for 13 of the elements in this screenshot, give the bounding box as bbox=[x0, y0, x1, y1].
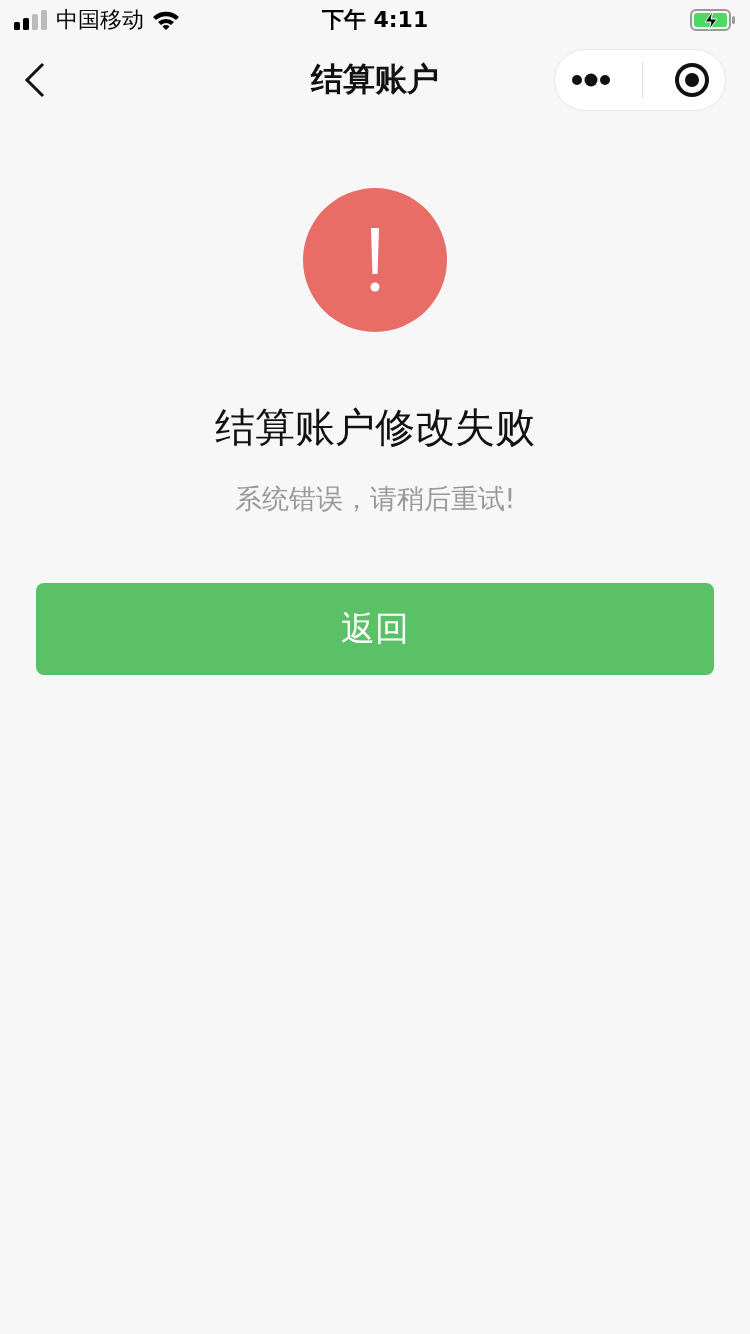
back-button[interactable]: 返回 bbox=[36, 583, 714, 675]
result-title: 结算账户修改失败 bbox=[215, 403, 535, 452]
status-time: 下午 4:11 bbox=[321, 6, 429, 34]
target-icon[interactable] bbox=[673, 62, 710, 98]
page-title: 结算账户 bbox=[311, 59, 439, 100]
carrier-name: 中国移动 bbox=[56, 6, 144, 34]
result-message: 系统错误，请稍后重试! bbox=[234, 482, 516, 516]
battery-charging-icon bbox=[690, 9, 736, 31]
more-icon[interactable] bbox=[570, 73, 611, 87]
signal-icon bbox=[14, 10, 48, 30]
warning-icon bbox=[303, 188, 447, 332]
back-icon[interactable] bbox=[24, 62, 46, 98]
wifi-icon bbox=[152, 10, 180, 30]
